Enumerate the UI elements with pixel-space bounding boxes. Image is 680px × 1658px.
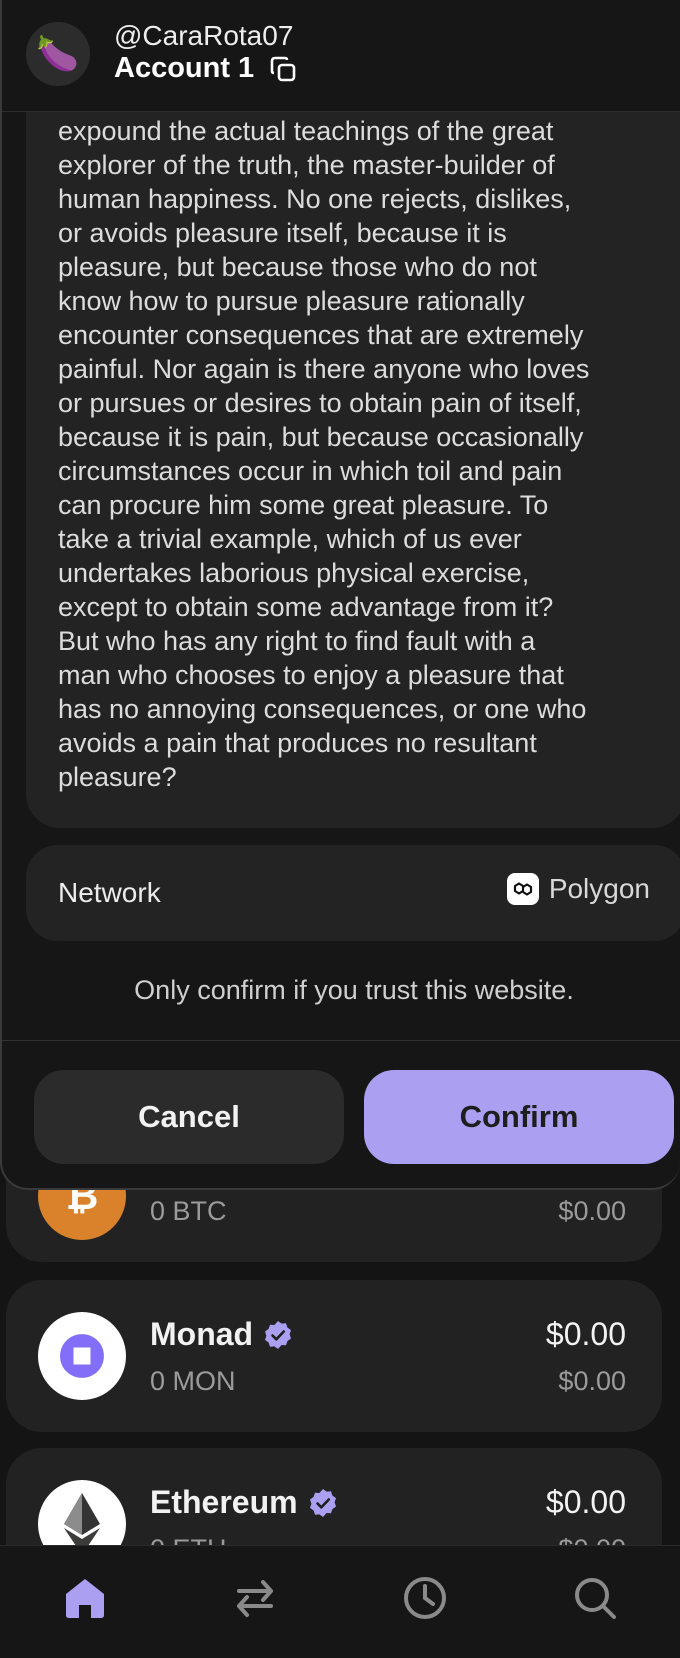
username: @CaraRota07 — [114, 20, 294, 51]
token-fiat-value: $0.00 — [558, 1196, 626, 1226]
token-name-label: Ethereum — [150, 1484, 298, 1520]
network-label: Network — [58, 877, 161, 908]
copy-icon — [270, 56, 296, 81]
nav-search[interactable] — [563, 1566, 627, 1630]
network-name: Polygon — [548, 873, 650, 904]
network-value: Polygon — [506, 873, 650, 905]
network-row: Network Polygon — [26, 845, 680, 941]
nav-home[interactable] — [53, 1566, 117, 1630]
nav-history[interactable] — [393, 1566, 457, 1630]
clock-icon — [404, 1577, 446, 1619]
message-card: expound the actual teachings of the grea… — [26, 60, 680, 828]
trust-warning: Only confirm if you trust this website. — [134, 975, 574, 1005]
divider — [2, 1040, 680, 1041]
token-name: Ethereum — [150, 1484, 338, 1521]
sign-message-sheet: expound the actual teachings of the grea… — [0, 0, 680, 1190]
home-icon — [66, 1579, 104, 1618]
token-value: $0.00 — [545, 1484, 626, 1520]
account-name: Account 1 — [114, 52, 255, 84]
token-value: $0.00 — [545, 1316, 626, 1352]
polygon-icon — [506, 873, 539, 905]
confirm-button[interactable]: Confirm — [364, 1070, 674, 1164]
token-name: Monad — [150, 1316, 293, 1353]
verified-badge-icon — [265, 1320, 292, 1349]
token-name-label: Monad — [150, 1316, 254, 1352]
bottom-nav — [0, 1545, 680, 1658]
token-fiat-value: $0.00 — [558, 1366, 626, 1396]
copy-address-button[interactable] — [268, 54, 298, 84]
cancel-button[interactable]: Cancel — [34, 1070, 344, 1164]
verified-badge-icon — [309, 1488, 336, 1517]
token-amount: 0 BTC — [150, 1196, 227, 1226]
nav-swap[interactable] — [223, 1566, 287, 1630]
message-text: expound the actual teachings of the grea… — [58, 116, 590, 792]
token-row-monad[interactable]: Monad 0 MON $0.00 $0.00 — [6, 1280, 662, 1432]
token-amount: 0 MON — [150, 1366, 236, 1396]
account-row: Account 1 — [114, 52, 298, 85]
monad-icon — [38, 1312, 126, 1400]
account-header: 🍆 @CaraRota07 Account 1 — [2, 0, 680, 112]
swap-icon — [237, 1580, 273, 1617]
avatar[interactable]: 🍆 — [26, 22, 90, 86]
search-icon — [575, 1578, 616, 1619]
